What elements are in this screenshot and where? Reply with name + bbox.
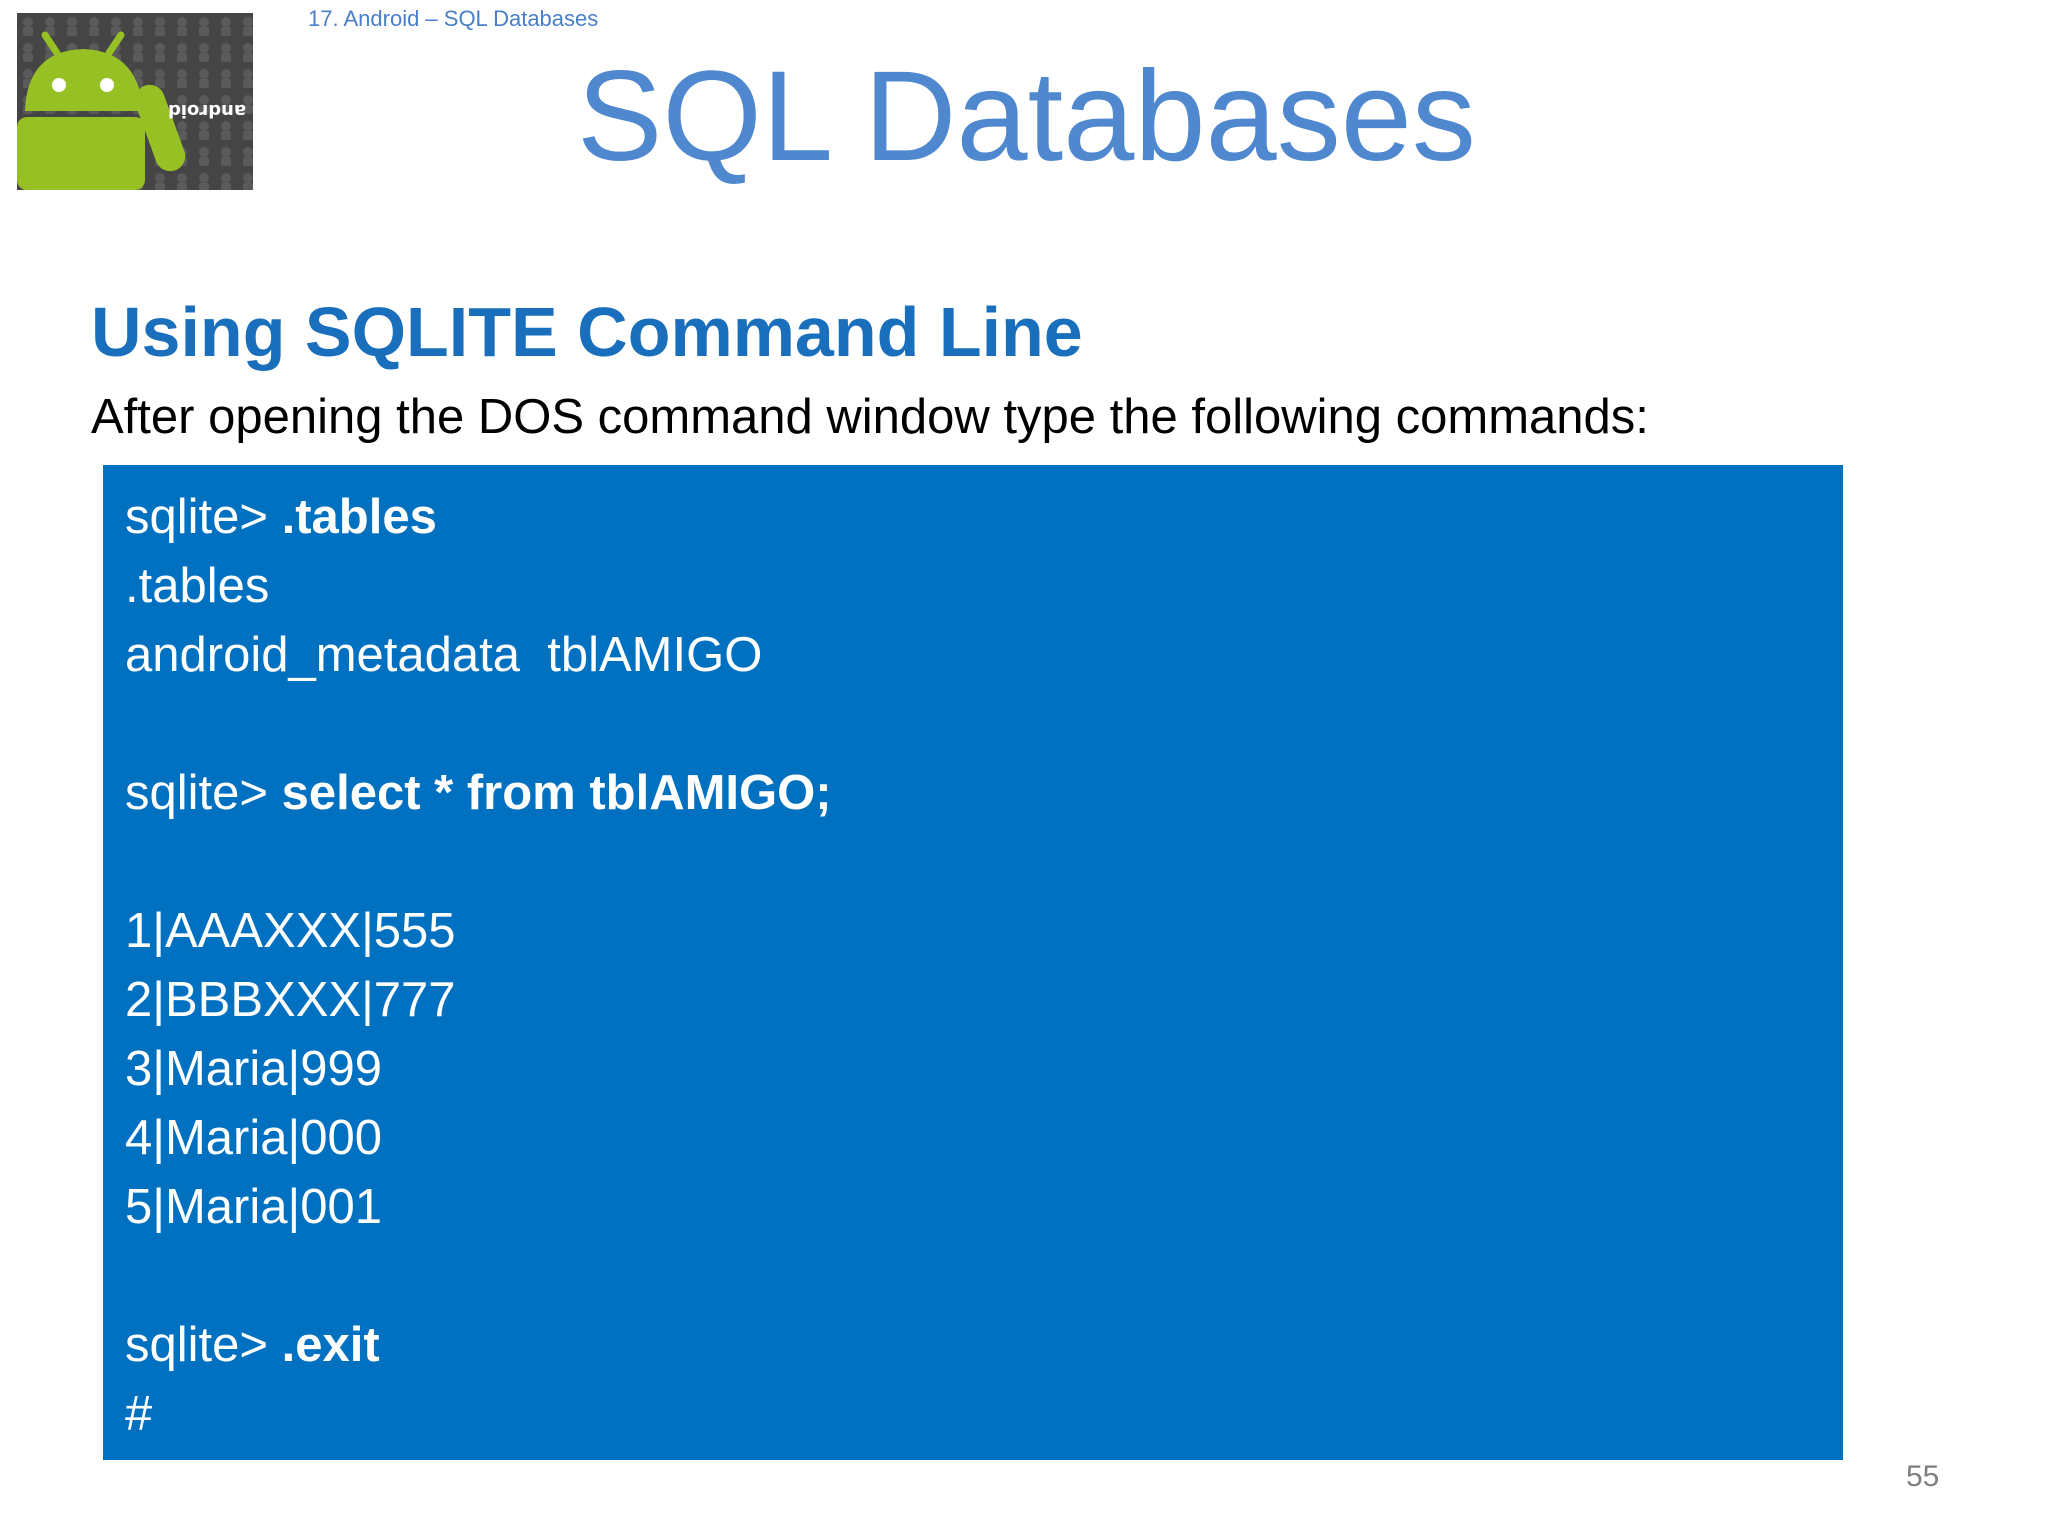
console-command: .tables [281, 490, 437, 544]
console-line: .tables [125, 559, 270, 613]
console-prompt: sqlite> [125, 490, 282, 544]
console-prompt: sqlite> [125, 766, 282, 820]
console-line: android_metadata tblAMIGO [125, 628, 763, 682]
breadcrumb: 17. Android – SQL Databases [308, 6, 599, 31]
intro-text: After opening the DOS command window typ… [91, 390, 1649, 444]
android-logo: android [17, 13, 253, 190]
page-title: SQL Databases [577, 45, 1476, 188]
android-robot-icon: android [17, 13, 253, 190]
console-command: select * from tblAMIGO; [281, 766, 832, 820]
page-number: 55 [1906, 1460, 1940, 1493]
section-heading: Using SQLITE Command Line [91, 293, 1083, 371]
logo-wordmark: android [168, 100, 246, 121]
console-line: 5|Maria|001 [125, 1180, 382, 1234]
console-command: .exit [281, 1318, 380, 1372]
console-line: 2|BBBXXX|777 [125, 973, 456, 1027]
console-prompt: sqlite> [125, 1318, 282, 1372]
console-line: sqlite> .tables [125, 483, 1843, 552]
console-line: 4|Maria|000 [125, 1111, 382, 1165]
console-line: sqlite> .exit [125, 1311, 1843, 1380]
console-line: # [125, 1387, 153, 1441]
console-line: 3|Maria|999 [125, 1042, 382, 1096]
command-output-box: sqlite> .tables .tables android_metadata t… [103, 465, 1843, 1460]
console-line: sqlite> select * from tblAMIGO; [125, 759, 1843, 828]
console-line: 1|AAAXXX|555 [125, 904, 456, 958]
